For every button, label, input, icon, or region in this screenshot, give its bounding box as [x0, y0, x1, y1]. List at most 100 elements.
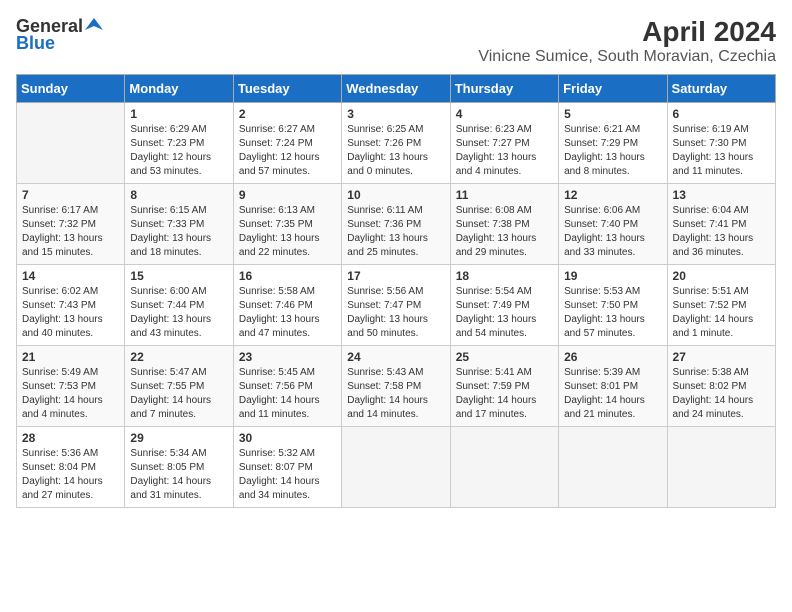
- day-detail-text: Sunrise: 6:08 AM Sunset: 7:38 PM Dayligh…: [456, 204, 553, 260]
- calendar-cell: 26Sunrise: 5:39 AM Sunset: 8:01 PM Dayli…: [559, 346, 667, 427]
- day-detail-text: Sunrise: 6:17 AM Sunset: 7:32 PM Dayligh…: [22, 204, 119, 260]
- calendar-cell: 4 Sunrise: 6:23 AM Sunset: 7:27 PM Daylig…: [450, 103, 558, 184]
- day-detail-text: Sunrise: 6:11 AM Sunset: 7:36 PM Dayligh…: [347, 204, 444, 260]
- day-number: 16: [239, 269, 336, 283]
- calendar-cell: 17Sunrise: 5:56 AM Sunset: 7:47 PM Dayli…: [342, 265, 450, 346]
- calendar-cell: 27 Sunrise: 5:38 AM Sunset: 8:02 PM Dayli…: [667, 346, 775, 427]
- day-number: 17: [347, 269, 444, 283]
- calendar-week-row: 28 Sunrise: 5:36 AM Sunset: 8:04 PM Dayli…: [17, 427, 776, 508]
- day-number: 24: [347, 350, 444, 364]
- day-number: 14: [22, 269, 119, 283]
- calendar-week-row: 14 Sunrise: 6:02 AM Sunset: 7:43 PM Dayli…: [17, 265, 776, 346]
- calendar-cell: 2 Sunrise: 6:27 AM Sunset: 7:24 PM Daylig…: [233, 103, 341, 184]
- calendar-cell: 7 Sunrise: 6:17 AM Sunset: 7:32 PM Daylig…: [17, 184, 125, 265]
- header: General Blue April 2024 Vinicne Sumice, …: [16, 16, 776, 66]
- day-detail-text: Sunrise: 6:15 AM Sunset: 7:33 PM Dayligh…: [130, 204, 227, 260]
- calendar-cell: 6 Sunrise: 6:19 AM Sunset: 7:30 PM Daylig…: [667, 103, 775, 184]
- calendar-cell: 30 Sunrise: 5:32 AM Sunset: 8:07 PM Dayli…: [233, 427, 341, 508]
- location-subtitle: Vinicne Sumice, South Moravian, Czechia: [478, 48, 776, 66]
- day-detail-text: Sunrise: 5:47 AM Sunset: 7:55 PM Dayligh…: [130, 366, 227, 422]
- day-header-saturday: Saturday: [667, 75, 775, 103]
- calendar-cell: 22 Sunrise: 5:47 AM Sunset: 7:55 PM Dayli…: [125, 346, 233, 427]
- day-number: 5: [564, 107, 661, 121]
- calendar-cell: 24Sunrise: 5:43 AM Sunset: 7:58 PM Dayli…: [342, 346, 450, 427]
- calendar-cell: 20 Sunrise: 5:51 AM Sunset: 7:52 PM Dayli…: [667, 265, 775, 346]
- day-detail-text: Sunrise: 5:53 AM Sunset: 7:50 PM Dayligh…: [564, 285, 661, 341]
- day-number: 7: [22, 188, 119, 202]
- day-detail-text: Sunrise: 5:58 AM Sunset: 7:46 PM Dayligh…: [239, 285, 336, 341]
- calendar-cell: 23Sunrise: 5:45 AM Sunset: 7:56 PM Dayli…: [233, 346, 341, 427]
- calendar-cell: [17, 103, 125, 184]
- calendar-cell: [342, 427, 450, 508]
- title-area: April 2024 Vinicne Sumice, South Moravia…: [478, 16, 776, 66]
- day-detail-text: Sunrise: 6:04 AM Sunset: 7:41 PM Dayligh…: [673, 204, 770, 260]
- day-number: 6: [673, 107, 770, 121]
- calendar-cell: [450, 427, 558, 508]
- day-number: 29: [130, 431, 227, 445]
- day-detail-text: Sunrise: 5:34 AM Sunset: 8:05 PM Dayligh…: [130, 447, 227, 503]
- day-detail-text: Sunrise: 6:00 AM Sunset: 7:44 PM Dayligh…: [130, 285, 227, 341]
- calendar-cell: 25Sunrise: 5:41 AM Sunset: 7:59 PM Dayli…: [450, 346, 558, 427]
- day-detail-text: Sunrise: 6:02 AM Sunset: 7:43 PM Dayligh…: [22, 285, 119, 341]
- calendar-cell: 3Sunrise: 6:25 AM Sunset: 7:26 PM Daylig…: [342, 103, 450, 184]
- day-header-sunday: Sunday: [17, 75, 125, 103]
- calendar-cell: 29 Sunrise: 5:34 AM Sunset: 8:05 PM Dayli…: [125, 427, 233, 508]
- calendar-week-row: 7 Sunrise: 6:17 AM Sunset: 7:32 PM Daylig…: [17, 184, 776, 265]
- day-number: 22: [130, 350, 227, 364]
- calendar-cell: 13 Sunrise: 6:04 AM Sunset: 7:41 PM Dayli…: [667, 184, 775, 265]
- calendar-cell: 28 Sunrise: 5:36 AM Sunset: 8:04 PM Dayli…: [17, 427, 125, 508]
- day-detail-text: Sunrise: 5:38 AM Sunset: 8:02 PM Dayligh…: [673, 366, 770, 422]
- day-number: 11: [456, 188, 553, 202]
- day-number: 28: [22, 431, 119, 445]
- day-detail-text: Sunrise: 5:51 AM Sunset: 7:52 PM Dayligh…: [673, 285, 770, 341]
- calendar-cell: 18 Sunrise: 5:54 AM Sunset: 7:49 PM Dayli…: [450, 265, 558, 346]
- day-header-wednesday: Wednesday: [342, 75, 450, 103]
- calendar-cell: 9 Sunrise: 6:13 AM Sunset: 7:35 PM Daylig…: [233, 184, 341, 265]
- calendar-cell: 14 Sunrise: 6:02 AM Sunset: 7:43 PM Dayli…: [17, 265, 125, 346]
- day-detail-text: Sunrise: 6:25 AM Sunset: 7:26 PM Dayligh…: [347, 123, 444, 179]
- day-number: 30: [239, 431, 336, 445]
- month-year-title: April 2024: [478, 16, 776, 48]
- day-detail-text: Sunrise: 6:19 AM Sunset: 7:30 PM Dayligh…: [673, 123, 770, 179]
- day-number: 9: [239, 188, 336, 202]
- calendar-cell: [667, 427, 775, 508]
- calendar-cell: 16 Sunrise: 5:58 AM Sunset: 7:46 PM Dayli…: [233, 265, 341, 346]
- calendar-cell: 10Sunrise: 6:11 AM Sunset: 7:36 PM Dayli…: [342, 184, 450, 265]
- day-detail-text: Sunrise: 5:49 AM Sunset: 7:53 PM Dayligh…: [22, 366, 119, 422]
- day-number: 25: [456, 350, 553, 364]
- day-number: 4: [456, 107, 553, 121]
- day-number: 8: [130, 188, 227, 202]
- day-number: 21: [22, 350, 119, 364]
- day-detail-text: Sunrise: 6:13 AM Sunset: 7:35 PM Dayligh…: [239, 204, 336, 260]
- logo-bird-icon: [85, 16, 103, 34]
- calendar-cell: 19 Sunrise: 5:53 AM Sunset: 7:50 PM Dayli…: [559, 265, 667, 346]
- calendar-cell: 11 Sunrise: 6:08 AM Sunset: 7:38 PM Dayli…: [450, 184, 558, 265]
- calendar-table: SundayMondayTuesdayWednesdayThursdayFrid…: [16, 74, 776, 508]
- day-detail-text: Sunrise: 5:54 AM Sunset: 7:49 PM Dayligh…: [456, 285, 553, 341]
- day-detail-text: Sunrise: 6:06 AM Sunset: 7:40 PM Dayligh…: [564, 204, 661, 260]
- day-number: 23: [239, 350, 336, 364]
- day-number: 15: [130, 269, 227, 283]
- day-detail-text: Sunrise: 5:32 AM Sunset: 8:07 PM Dayligh…: [239, 447, 336, 503]
- calendar-week-row: 1Sunrise: 6:29 AM Sunset: 7:23 PM Daylig…: [17, 103, 776, 184]
- logo: General Blue: [16, 16, 103, 54]
- day-detail-text: Sunrise: 6:27 AM Sunset: 7:24 PM Dayligh…: [239, 123, 336, 179]
- day-header-thursday: Thursday: [450, 75, 558, 103]
- day-detail-text: Sunrise: 6:23 AM Sunset: 7:27 PM Dayligh…: [456, 123, 553, 179]
- day-header-friday: Friday: [559, 75, 667, 103]
- day-number: 2: [239, 107, 336, 121]
- calendar-cell: 21 Sunrise: 5:49 AM Sunset: 7:53 PM Dayli…: [17, 346, 125, 427]
- day-number: 13: [673, 188, 770, 202]
- day-number: 1: [130, 107, 227, 121]
- day-number: 19: [564, 269, 661, 283]
- calendar-cell: 5Sunrise: 6:21 AM Sunset: 7:29 PM Daylig…: [559, 103, 667, 184]
- day-detail-text: Sunrise: 5:36 AM Sunset: 8:04 PM Dayligh…: [22, 447, 119, 503]
- day-header-monday: Monday: [125, 75, 233, 103]
- day-number: 20: [673, 269, 770, 283]
- day-detail-text: Sunrise: 5:39 AM Sunset: 8:01 PM Dayligh…: [564, 366, 661, 422]
- day-number: 18: [456, 269, 553, 283]
- day-number: 27: [673, 350, 770, 364]
- calendar-header-row: SundayMondayTuesdayWednesdayThursdayFrid…: [17, 75, 776, 103]
- calendar-cell: 12Sunrise: 6:06 AM Sunset: 7:40 PM Dayli…: [559, 184, 667, 265]
- calendar-cell: [559, 427, 667, 508]
